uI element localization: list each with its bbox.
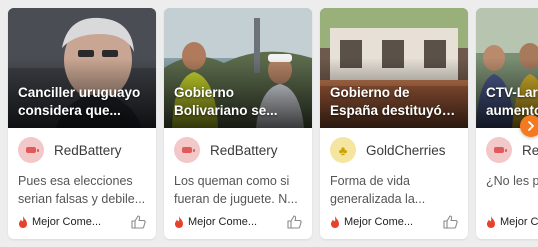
battery-icon — [18, 137, 44, 163]
cherries-icon: ♣ — [330, 137, 356, 163]
carousel-track: Canciller uruguayo considera que... RedB… — [8, 8, 538, 239]
source-name[interactable]: GoldCherries — [366, 143, 446, 158]
flame-icon — [175, 216, 183, 228]
category-tag[interactable]: Mejor Come... — [486, 216, 538, 228]
news-headline[interactable]: Gobierno de España destituyó al... — [330, 84, 460, 120]
news-source[interactable]: RedBattery — [174, 136, 312, 164]
news-card[interactable]: Gobierno Bolivariano se... RedBattery Lo… — [164, 8, 312, 239]
category-tag[interactable]: Mejor Come... — [330, 216, 413, 228]
carousel-next-button[interactable] — [520, 115, 538, 137]
card-footer: Mejor Come... — [18, 215, 146, 229]
news-source[interactable]: ♣ GoldCherries — [330, 136, 468, 164]
category-label: Mejor Come... — [344, 216, 414, 228]
news-excerpt[interactable]: Forma de vida generalizada la... — [330, 172, 458, 208]
flame-icon — [487, 216, 495, 228]
thumbs-up-icon[interactable] — [131, 215, 146, 229]
source-name[interactable]: RedBattery — [522, 143, 538, 158]
battery-icon — [174, 137, 200, 163]
thumbs-up-icon[interactable] — [443, 215, 458, 229]
news-carousel: Canciller uruguayo considera que... RedB… — [0, 0, 538, 247]
category-tag[interactable]: Mejor Come... — [18, 216, 101, 228]
source-name[interactable]: RedBattery — [210, 143, 278, 158]
news-source[interactable]: RedBattery — [486, 136, 538, 164]
news-thumbnail[interactable]: CTV-Lara aumento... — [476, 8, 538, 128]
battery-icon — [486, 137, 512, 163]
news-excerpt[interactable]: Los queman como si fueran de juguete. N.… — [174, 172, 302, 208]
flame-icon — [331, 216, 339, 228]
flame-icon — [19, 216, 27, 228]
source-name[interactable]: RedBattery — [54, 143, 122, 158]
thumbs-up-icon[interactable] — [287, 215, 302, 229]
news-headline[interactable]: Gobierno Bolivariano se... — [174, 84, 304, 120]
news-source[interactable]: RedBattery — [18, 136, 156, 164]
card-footer: Mejor Come... — [174, 215, 302, 229]
news-thumbnail[interactable]: Canciller uruguayo considera que... — [8, 8, 156, 128]
news-thumbnail[interactable]: Gobierno Bolivariano se... — [164, 8, 312, 128]
news-card[interactable]: Gobierno de España destituyó al... ♣ Gol… — [320, 8, 468, 239]
news-excerpt[interactable]: ¿No les p perversos... — [486, 172, 538, 208]
news-card[interactable]: Canciller uruguayo considera que... RedB… — [8, 8, 156, 239]
news-thumbnail[interactable]: Gobierno de España destituyó al... — [320, 8, 468, 128]
card-footer: Mejor Come... — [330, 215, 458, 229]
card-footer: Mejor Come... — [486, 215, 538, 229]
category-label: Mejor Come... — [500, 216, 538, 228]
category-tag[interactable]: Mejor Come... — [174, 216, 257, 228]
chevron-right-icon — [528, 121, 534, 131]
news-headline[interactable]: Canciller uruguayo considera que... — [18, 84, 148, 120]
category-label: Mejor Come... — [32, 216, 102, 228]
news-excerpt[interactable]: Pues esa elecciones serian falsas y debi… — [18, 172, 146, 208]
category-label: Mejor Come... — [188, 216, 258, 228]
